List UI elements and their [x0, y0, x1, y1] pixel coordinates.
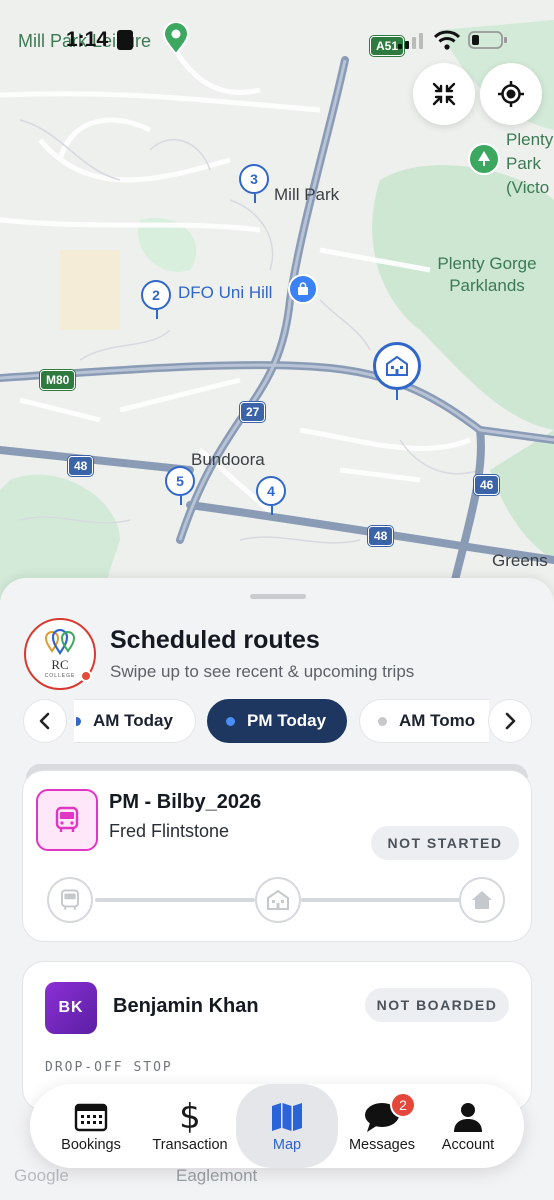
chip-pm-today[interactable]: PM Today [207, 699, 347, 743]
tab-bookings[interactable]: Bookings [44, 1084, 138, 1168]
tab-transaction[interactable]: $ Transaction [144, 1084, 236, 1168]
map-label-dfo: DFO Uni Hill [178, 283, 273, 302]
logo-subtext: COLLEGE [44, 673, 76, 679]
wifi-icon [433, 30, 461, 55]
dropoff-stop-label: DROP-OFF STOP [45, 1060, 173, 1075]
logo-text: RC [51, 657, 69, 672]
road-shield-27: 27 [240, 402, 266, 422]
tab-bar: Bookings $ Transaction Map Messages 2 Ac… [30, 1084, 524, 1168]
school-icon [267, 889, 289, 910]
stop-pin[interactable]: 2 [141, 280, 171, 319]
chip-am-today[interactable]: AM Today [74, 699, 196, 743]
chip-label: AM Tomo [399, 711, 476, 730]
battery-icon [468, 30, 508, 55]
home-icon [472, 891, 492, 909]
signal-icon [398, 33, 424, 54]
route-status-badge: NOT STARTED [371, 826, 519, 860]
map-label-eaglemont: Eaglemont [176, 1166, 258, 1185]
route-card[interactable]: PM - Bilby_2026 Fred Flintstone NOT STAR… [22, 770, 532, 942]
road-shield-48: 48 [368, 526, 394, 546]
chips-next-button[interactable] [488, 699, 532, 743]
school-icon [386, 355, 408, 376]
chip-dot [76, 716, 81, 726]
chip-am-tomorrow[interactable]: AM Tomo [359, 699, 489, 743]
route-name: PM - Bilby_2026 [109, 791, 262, 813]
messages-badge: 2 [390, 1092, 416, 1118]
chip-label: AM Today [93, 711, 173, 730]
sheet-subtitle: Swipe up to see recent & upcoming trips [110, 662, 415, 681]
tab-label: Transaction [152, 1137, 228, 1153]
google-attribution: Google [14, 1166, 69, 1185]
progress-line [301, 898, 461, 902]
chip-label: PM Today [247, 711, 327, 730]
road-shield-48: 48 [68, 456, 94, 476]
dollar-icon: $ [179, 1097, 201, 1137]
location-pin-icon [161, 21, 191, 56]
status-time: 1:14 [66, 28, 109, 51]
boarding-status-badge: NOT BOARDED [365, 988, 509, 1022]
chip-dot [226, 716, 235, 726]
tab-messages[interactable]: Messages 2 [334, 1084, 430, 1168]
bus-icon [61, 889, 79, 910]
school-logo: RC COLLEGE [24, 618, 96, 690]
stop-pin[interactable]: 4 [256, 476, 286, 515]
map-view[interactable]: Mill Park DFO Uni Hill Plenty Gorge Park… [0, 0, 554, 610]
calendar-icon [74, 1103, 108, 1132]
map-label-greens: Greens [492, 551, 548, 570]
road-shield-m80: M80 [40, 370, 76, 390]
chevron-left-icon [39, 712, 50, 730]
student-name: Benjamin Khan [113, 995, 259, 1017]
notification-dot [80, 670, 92, 682]
tab-account[interactable]: Account [426, 1084, 510, 1168]
person-badge-icon [117, 30, 133, 50]
progress-bus-node [47, 877, 93, 923]
sheet-title: Scheduled routes [110, 626, 320, 654]
driver-name: Fred Flintstone [109, 821, 230, 841]
stop-pin[interactable]: 3 [239, 164, 269, 203]
crosshair-icon [498, 81, 524, 107]
park-tree-icon [468, 143, 500, 175]
bus-icon-tile [36, 789, 98, 851]
person-icon [454, 1103, 482, 1132]
student-avatar: BK [45, 982, 97, 1034]
logo-pins-icon [44, 629, 76, 655]
map-icon [272, 1103, 302, 1131]
bus-icon [55, 806, 79, 832]
chip-dot [378, 716, 387, 726]
school-marker-stem [396, 388, 398, 400]
progress-line [95, 898, 255, 902]
tab-label: Map [272, 1137, 302, 1153]
shopping-bag-icon [288, 274, 318, 304]
map-label-bundoora: Bundoora [191, 450, 265, 469]
progress-home-node [459, 877, 505, 923]
chevron-right-icon [505, 712, 516, 730]
road-shield-46: 46 [474, 475, 500, 495]
school-marker[interactable] [373, 342, 421, 390]
tab-map[interactable]: Map [236, 1084, 338, 1168]
status-bar: Mill Park Leisure 1:14 [0, 0, 554, 80]
map-label-plenty-gorge: Plenty Gorge Parklands [437, 254, 537, 295]
progress-school-node [255, 877, 301, 923]
tab-label: Bookings [61, 1137, 121, 1153]
chips-prev-button[interactable] [23, 699, 67, 743]
sheet-grabber[interactable] [250, 594, 306, 599]
map-label-plenty-park: Plenty Park (Victo [506, 130, 554, 197]
map-label-mill-park: Mill Park [274, 185, 340, 204]
tab-label: Messages [348, 1137, 416, 1153]
tab-label: Account [441, 1137, 495, 1153]
collapse-arrows-icon [432, 82, 456, 106]
stop-pin[interactable]: 5 [165, 466, 195, 505]
